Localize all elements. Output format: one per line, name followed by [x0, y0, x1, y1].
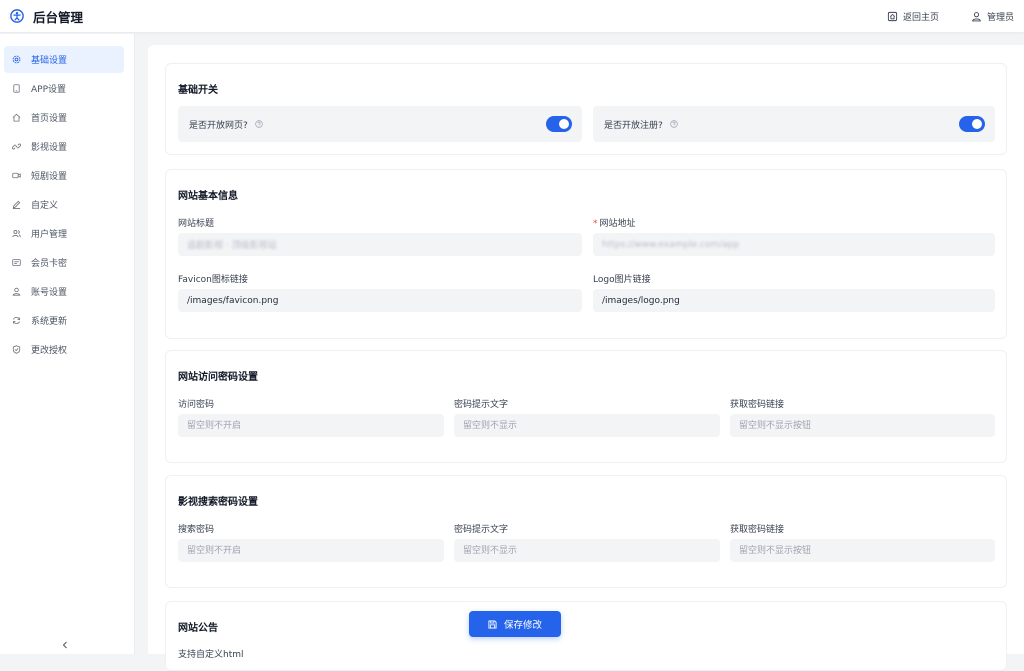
home-icon [887, 11, 898, 21]
site-url-value: https://www.example.com/app [602, 239, 740, 250]
sidebar-item-label: 基础设置 [31, 56, 68, 66]
brand[interactable]: 后台管理 [10, 7, 83, 26]
open-register-toggle[interactable] [959, 116, 985, 132]
section-title: 影视搜索密码设置 [178, 497, 258, 508]
sidebar-item-change-license[interactable]: 更改授权 [4, 336, 124, 363]
access-password-section: 网站访问密码设置 访问密码 密码提示文字 获取密码链接 [165, 350, 1007, 463]
site-info-section: 网站基本信息 网站标题 追剧影视 · 顶级影视站 * 网站地址 https://w… [165, 169, 1007, 339]
access-link-input[interactable] [730, 414, 995, 437]
site-url-input[interactable]: https://www.example.com/app [593, 233, 995, 256]
search-hint-label: 密码提示文字 [454, 525, 509, 535]
open-web-row: 是否开放网页? [178, 106, 582, 142]
sidebar-item-movie-settings[interactable]: 影视设置 [4, 133, 124, 160]
access-password-input[interactable] [178, 414, 444, 437]
access-password-label: 访问密码 [178, 400, 215, 410]
access-hint-input[interactable] [454, 414, 720, 437]
open-register-label: 是否开放注册? [604, 120, 663, 131]
open-web-label: 是否开放网页? [189, 120, 248, 131]
section-title: 网站公告 [178, 623, 218, 634]
sidebar-item-label: 自定义 [31, 201, 59, 211]
search-link-input[interactable] [730, 539, 995, 562]
sidebar-item-label: 用户管理 [31, 230, 68, 240]
favicon-input[interactable]: /images/favicon.png [178, 289, 582, 312]
sidebar-item-member-card[interactable]: 会员卡密 [4, 249, 124, 276]
video-icon [12, 172, 21, 179]
sidebar-item-short-drama-settings[interactable]: 短剧设置 [4, 162, 124, 189]
logo-label: Logo图片链接 [593, 275, 651, 285]
sidebar-item-basic-settings[interactable]: 基础设置 [4, 46, 124, 73]
site-url-label: * 网站地址 [593, 216, 636, 229]
search-hint-input[interactable] [454, 539, 720, 562]
sidebar-item-custom[interactable]: 自定义 [4, 191, 124, 218]
search-password-label: 搜索密码 [178, 525, 215, 535]
sidebar-item-app-settings[interactable]: APP设置 [4, 75, 124, 102]
users-icon [12, 230, 21, 238]
sidebar-item-account-settings[interactable]: 账号设置 [4, 278, 124, 305]
app-title: 后台管理 [33, 9, 84, 25]
sidebar-item-label: 会员卡密 [31, 259, 68, 269]
logo-icon [10, 9, 24, 23]
sidebar: 基础设置 APP设置 首页设置 影视设置 短剧设置 自定义 用户管理 会员卡密 … [0, 34, 135, 654]
sidebar-item-label: 账号设置 [31, 288, 68, 298]
logo-input[interactable]: /images/logo.png [593, 289, 995, 312]
sidebar-item-label: APP设置 [31, 85, 67, 95]
announcement-section: 网站公告 支持自定义html [165, 601, 1007, 671]
home-icon [12, 113, 21, 122]
user-menu-label: 管理员 [986, 12, 1014, 23]
favicon-label: Favicon图标链接 [178, 275, 248, 285]
home-link-label: 返回主页 [902, 12, 939, 23]
card-icon [12, 259, 21, 266]
sidebar-item-label: 短剧设置 [31, 172, 68, 182]
save-button[interactable]: 保存修改 [469, 611, 561, 637]
top-bar: 后台管理 返回主页 管理员 [0, 0, 1024, 33]
refresh-icon [13, 316, 20, 325]
site-url-label-text: 网站地址 [599, 219, 636, 229]
sidebar-item-label: 更改授权 [31, 346, 68, 356]
site-title-input[interactable]: 追剧影视 · 顶级影视站 [178, 233, 582, 256]
sidebar-item-user-management[interactable]: 用户管理 [4, 220, 124, 247]
sidebar-item-label: 系统更新 [31, 317, 68, 327]
open-web-toggle[interactable] [546, 116, 572, 132]
section-title: 网站访问密码设置 [178, 372, 258, 383]
sidebar-item-label: 首页设置 [31, 114, 68, 124]
user-menu[interactable]: 管理员 [971, 10, 1014, 23]
site-title-value: 追剧影视 · 顶级影视站 [187, 241, 277, 251]
logo-value: /images/logo.png [602, 295, 680, 306]
access-link-label: 获取密码链接 [730, 400, 785, 410]
help-icon[interactable] [670, 120, 678, 128]
shield-icon [12, 345, 21, 354]
save-button-label: 保存修改 [503, 620, 542, 631]
access-hint-label: 密码提示文字 [454, 400, 509, 410]
toggle-knob [972, 119, 982, 129]
section-title: 基础开关 [178, 85, 218, 96]
save-icon [488, 619, 497, 629]
sidebar-collapse-button[interactable] [58, 638, 72, 652]
phone-icon [13, 84, 20, 93]
sidebar-item-system-update[interactable]: 系统更新 [4, 307, 124, 334]
main-content: 基础开关 是否开放网页? 是否开放注册? 网站基本信息 网站标题 追剧影视 · … [148, 45, 1024, 671]
sidebar-item-home-settings[interactable]: 首页设置 [4, 104, 124, 131]
basic-switch-section: 基础开关 是否开放网页? 是否开放注册? [165, 63, 1007, 155]
user-icon [12, 287, 21, 296]
settings-icon [12, 55, 21, 64]
toggle-knob [559, 119, 569, 129]
open-register-row: 是否开放注册? [593, 106, 995, 142]
chevron-left-icon [62, 641, 67, 649]
required-mark: * [593, 219, 598, 229]
search-link-label: 获取密码链接 [730, 525, 785, 535]
sidebar-item-label: 影视设置 [31, 143, 68, 153]
edit-icon [12, 200, 21, 209]
search-password-input[interactable] [178, 539, 444, 562]
section-title: 网站基本信息 [178, 191, 238, 202]
help-icon[interactable] [255, 120, 263, 128]
site-title-label: 网站标题 [178, 219, 215, 229]
home-link[interactable]: 返回主页 [887, 10, 939, 23]
search-password-section: 影视搜索密码设置 搜索密码 密码提示文字 获取密码链接 [165, 475, 1007, 588]
favicon-value: /images/favicon.png [187, 295, 279, 306]
user-icon [972, 11, 981, 21]
link-icon [12, 143, 21, 150]
